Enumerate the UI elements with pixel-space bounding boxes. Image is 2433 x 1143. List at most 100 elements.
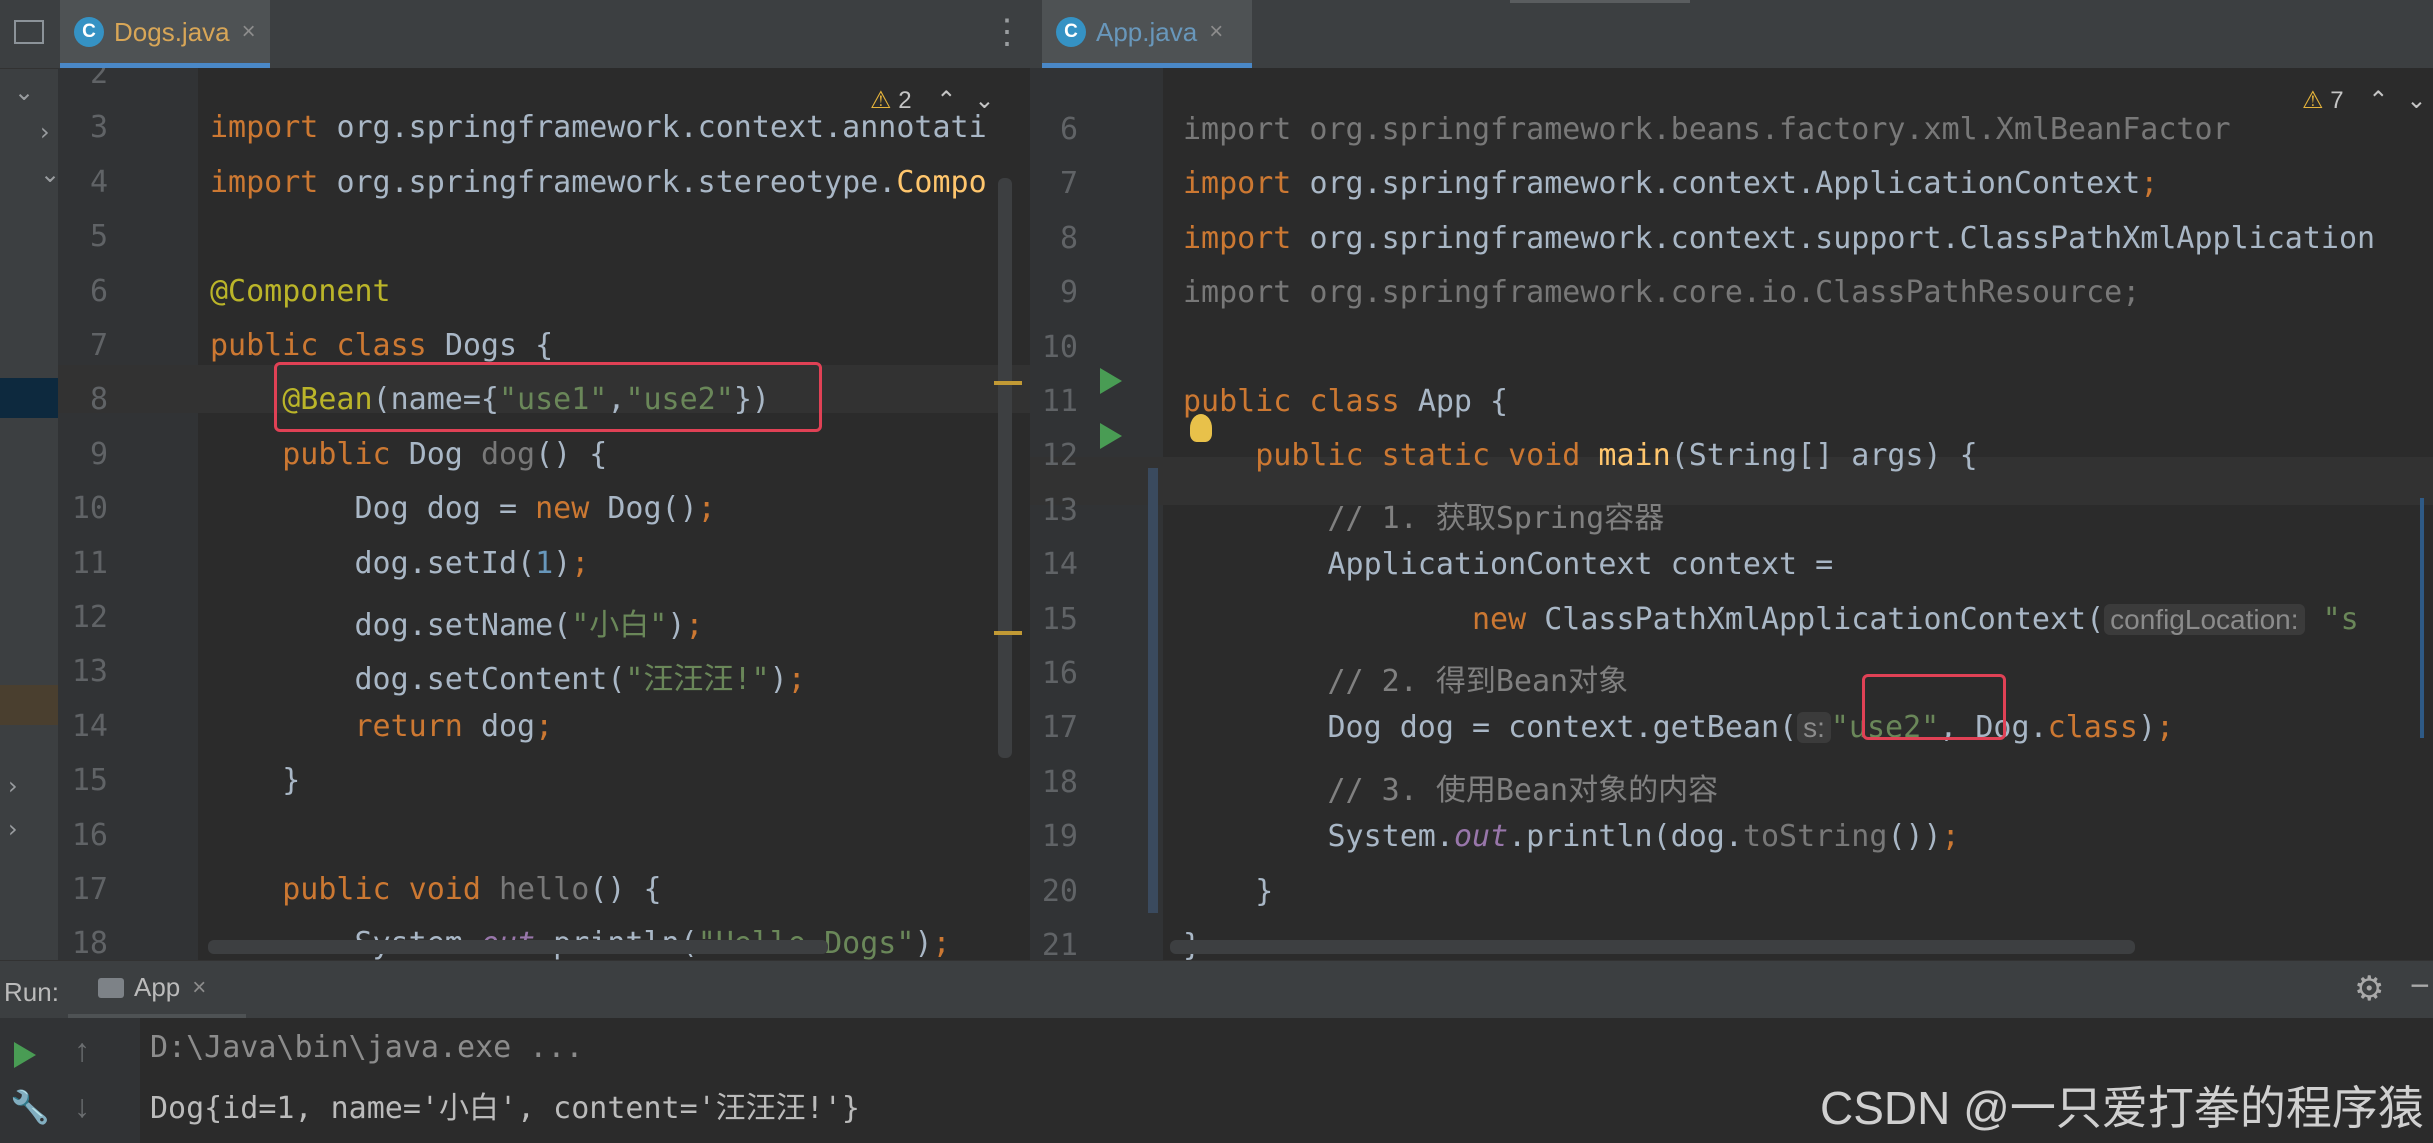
console-line-command: D:\Java\bin\java.exe ... xyxy=(150,1030,584,1065)
line-number: 17 xyxy=(71,872,108,907)
warning-count: 2 xyxy=(898,87,912,114)
line-number: 9 xyxy=(89,436,108,472)
code-token: public void xyxy=(282,872,499,907)
code-line[interactable]: // 1. 获取Spring容器 xyxy=(1183,493,1665,537)
code-line[interactable]: Dog dog = new Dog(); xyxy=(210,491,716,527)
code-line[interactable]: new ClassPathXmlApplicationContext(confi… xyxy=(1183,602,2359,637)
line-number: 11 xyxy=(1041,384,1078,419)
arrow-up-icon[interactable]: ↑ xyxy=(74,1032,90,1069)
warning-indicator[interactable]: ⚠ 7 ⌃ ⌄ xyxy=(2302,86,2426,115)
code-token: ; xyxy=(571,545,590,581)
code-line[interactable]: import org.springframework.beans.factory… xyxy=(1183,112,2231,147)
code-token: () { xyxy=(589,872,662,907)
chevron-right-icon[interactable]: › xyxy=(8,772,18,800)
code-line[interactable]: return dog; xyxy=(210,708,554,744)
code-token: // 1. 获取Spring容器 xyxy=(1327,500,1665,536)
vertical-scrollbar[interactable] xyxy=(2420,498,2424,738)
code-token: import xyxy=(1183,220,1310,256)
code-line[interactable]: Dog dog = context.getBean(s: "use2", Dog.… xyxy=(1183,710,2174,745)
code-line[interactable]: public Dog dog() { xyxy=(210,437,607,472)
run-gutter-icon[interactable] xyxy=(1100,368,1122,394)
rerun-icon[interactable] xyxy=(14,1042,36,1068)
more-options-icon[interactable]: ⋮ xyxy=(990,12,1024,52)
code-line[interactable]: import org.springframework.context.suppo… xyxy=(1183,221,2375,256)
right-code-editor[interactable]: 6 import org.springframework.beans.factor… xyxy=(1030,68,2433,960)
code-token: "汪汪汪!" xyxy=(625,662,770,698)
vertical-scrollbar[interactable] xyxy=(998,178,1012,758)
code-token: hello xyxy=(499,872,590,907)
code-line[interactable]: public class Dogs { xyxy=(210,328,553,363)
line-number: 6 xyxy=(89,273,108,309)
highlight-bean-annotation xyxy=(274,362,822,432)
lightbulb-icon[interactable] xyxy=(1190,414,1212,442)
run-gutter-icon[interactable] xyxy=(1100,423,1122,449)
code-token: toString xyxy=(1742,819,1888,855)
code-line[interactable]: dog.setId(1); xyxy=(210,546,589,581)
code-line[interactable]: dog.setContent("汪汪汪!"); xyxy=(210,654,805,698)
code-line[interactable]: public static void main(String[] args) { xyxy=(1183,438,1978,474)
code-token: ) xyxy=(553,545,572,581)
code-line[interactable]: System.out.println(dog.toString()); xyxy=(1183,819,1959,855)
code-line[interactable]: public class App { xyxy=(1183,384,1508,419)
close-icon[interactable]: × xyxy=(242,18,256,46)
code-line[interactable]: // 2. 得到Bean对象 xyxy=(1183,656,1629,700)
horizontal-scrollbar[interactable] xyxy=(208,940,828,954)
code-token: ; xyxy=(697,491,716,527)
code-line[interactable]: import org.springframework.stereotype.Co… xyxy=(210,165,987,200)
line-number: 16 xyxy=(71,817,108,853)
code-line[interactable]: // 3. 使用Bean对象的内容 xyxy=(1183,765,1719,809)
code-token: } xyxy=(1183,873,1274,909)
code-token: () { xyxy=(535,436,608,472)
wrench-icon[interactable]: 🔧 xyxy=(10,1088,50,1126)
code-line[interactable]: import org.springframework.context.Appli… xyxy=(1183,166,2158,201)
warning-icon: ⚠ xyxy=(2302,87,2324,114)
java-class-icon: C xyxy=(74,17,104,47)
code-line[interactable]: dog.setName("小白"); xyxy=(210,600,703,644)
chevron-right-icon[interactable]: › xyxy=(8,815,18,843)
line-number: 12 xyxy=(1041,438,1078,474)
code-line[interactable]: } xyxy=(210,763,300,798)
gear-icon[interactable]: ⚙ xyxy=(2354,969,2384,1009)
code-line[interactable]: @Component xyxy=(210,274,391,309)
tab-dogs-java[interactable]: C Dogs.java × xyxy=(60,0,270,68)
line-number: 20 xyxy=(1041,873,1078,909)
window-icon[interactable] xyxy=(14,20,44,44)
code-line[interactable]: import org.springframework.context.annot… xyxy=(210,110,987,145)
line-number: 14 xyxy=(1041,547,1078,583)
drag-handle[interactable] xyxy=(1510,0,1690,3)
tab-app-java[interactable]: C App.java × xyxy=(1042,0,1252,68)
code-token: ApplicationContext context = xyxy=(1183,547,1834,583)
close-icon[interactable]: × xyxy=(1209,18,1223,46)
horizontal-scrollbar[interactable] xyxy=(1170,940,2135,954)
code-token: (String[] args) { xyxy=(1670,438,1978,474)
code-token: main xyxy=(1598,438,1671,474)
code-token: public class xyxy=(1183,384,1418,419)
code-token: public static void xyxy=(1255,438,1599,474)
code-token: ; xyxy=(2140,166,2159,202)
code-line[interactable]: import org.springframework.core.io.Class… xyxy=(1183,275,2140,310)
code-token: ; xyxy=(535,708,554,744)
line-number: 8 xyxy=(89,382,108,418)
code-line[interactable]: ApplicationContext context = xyxy=(1183,547,1833,582)
close-icon[interactable]: × xyxy=(192,974,206,1002)
left-code-editor[interactable]: 2 3 import org.springframework.context.ann… xyxy=(58,68,1030,960)
line-number: 11 xyxy=(71,545,108,581)
chevron-down-icon[interactable]: ⌄ xyxy=(14,78,34,106)
line-number: 14 xyxy=(71,708,108,744)
line-number: 6 xyxy=(1059,112,1078,147)
error-stripe-mark xyxy=(994,631,1022,635)
chevron-right-icon[interactable]: › xyxy=(40,118,50,146)
line-number: 17 xyxy=(1041,710,1078,746)
code-token: new xyxy=(535,491,608,527)
arrow-down-icon[interactable]: ↓ xyxy=(74,1088,90,1125)
minimize-icon[interactable]: − xyxy=(2410,967,2430,1006)
line-number: 13 xyxy=(71,654,108,690)
code-line[interactable]: public void hello() { xyxy=(210,872,662,907)
code-line[interactable]: } xyxy=(1183,874,1273,909)
run-tab-app[interactable]: App × xyxy=(68,961,246,1019)
parameter-hint: configLocation: xyxy=(2104,603,2305,635)
warning-indicator[interactable]: ⚠ 2 ⌃ ⌄ xyxy=(870,86,994,115)
